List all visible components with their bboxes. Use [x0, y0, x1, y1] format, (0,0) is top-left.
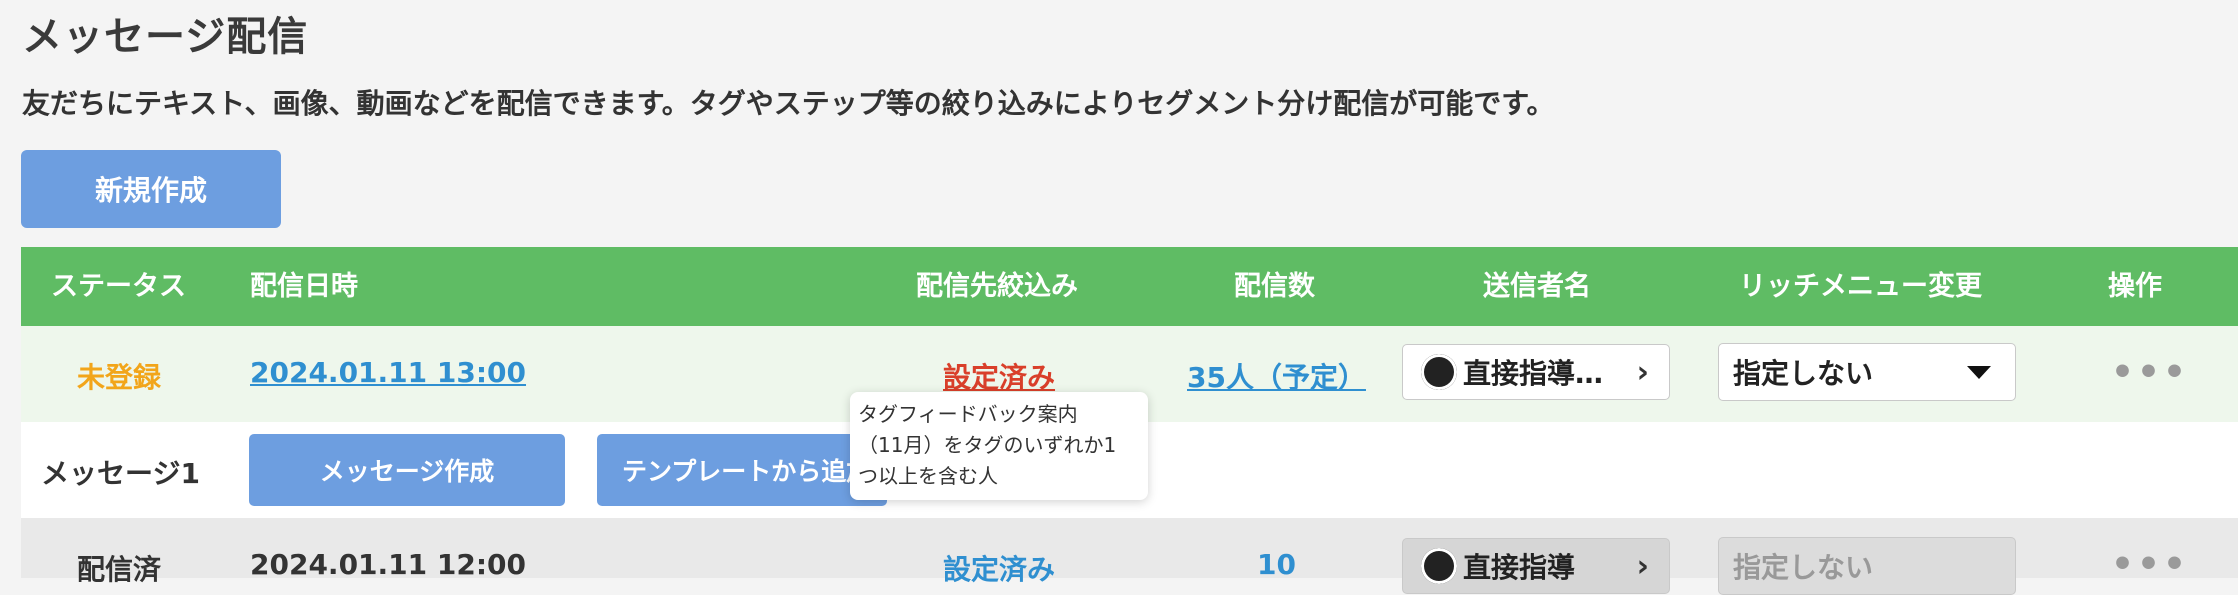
status-badge: 配信済 [77, 553, 162, 586]
avatar-icon [1421, 354, 1457, 390]
header-count: 配信数 [1234, 271, 1315, 302]
page-description: 友だちにテキスト、画像、動画などを配信できます。タグやステップ等の絞り込みにより… [22, 87, 1555, 120]
tooltip-line: タグフィードバック案内 [858, 402, 1078, 426]
caret-down-icon [1967, 365, 1991, 379]
filter-tooltip: タグフィードバック案内 （11月）をタグのいずれか1 つ以上を含む人 [850, 392, 1148, 500]
sender-selector[interactable]: 直接指導 › [1402, 538, 1670, 594]
header-status: ステータス [51, 271, 186, 302]
sender-selector[interactable]: 直接指導… › [1402, 344, 1670, 400]
new-message-button[interactable]: 新規作成 [21, 150, 281, 228]
status-badge: 未登録 [77, 361, 162, 394]
sender-name: 直接指導… [1463, 357, 1604, 390]
filter-link[interactable]: 設定済み [943, 356, 1055, 396]
filter-link[interactable]: 設定済み [943, 548, 1055, 588]
datetime-link[interactable]: 2024.01.11 13:00 [250, 356, 526, 389]
tooltip-line: つ以上を含む人 [858, 464, 998, 488]
datetime-text[interactable]: 2024.01.11 12:00 [250, 548, 526, 581]
chevron-right-icon: › [1636, 548, 1649, 584]
more-horizontal-icon[interactable]: ••• [2111, 352, 2189, 393]
header-filter: 配信先絞込み [916, 271, 1078, 302]
avatar-icon [1421, 548, 1457, 584]
create-message-button[interactable]: メッセージ作成 [249, 434, 565, 506]
richmenu-value: 指定しない [1733, 357, 1874, 390]
more-horizontal-icon[interactable]: ••• [2111, 544, 2189, 585]
header-richmenu: リッチメニュー変更 [1739, 271, 1982, 302]
richmenu-select[interactable]: 指定しない [1718, 537, 2016, 595]
chevron-right-icon: › [1636, 354, 1649, 390]
count-link[interactable]: 35人（予定） [1187, 356, 1366, 396]
page-title: メッセージ配信 [22, 14, 309, 60]
richmenu-value: 指定しない [1733, 551, 1874, 584]
table-header: ステータス 配信日時 配信先絞込み 配信数 送信者名 リッチメニュー変更 操作 [21, 247, 2238, 326]
tooltip-line: （11月）をタグのいずれか1 [858, 433, 1117, 457]
count-link[interactable]: 10 [1257, 548, 1296, 581]
table-row: 配信済 2024.01.11 12:00 設定済み 10 直接指導 › 指定しな… [21, 518, 2238, 595]
header-datetime: 配信日時 [250, 271, 358, 302]
add-from-template-button[interactable]: テンプレートから追加 [597, 434, 887, 506]
header-sender: 送信者名 [1483, 271, 1591, 302]
message-label: メッセージ1 [41, 457, 200, 490]
richmenu-select[interactable]: 指定しない [1718, 343, 2016, 401]
header-actions: 操作 [2108, 271, 2162, 302]
sender-name: 直接指導 [1463, 551, 1576, 584]
